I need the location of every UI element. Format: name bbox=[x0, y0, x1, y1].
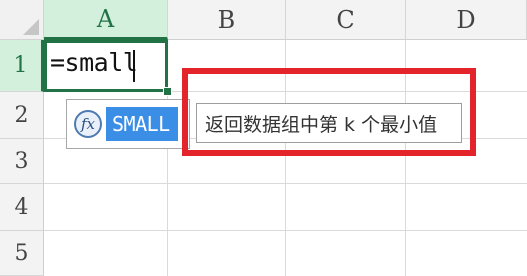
autocomplete-item-label[interactable]: SMALL bbox=[106, 107, 178, 141]
column-header-c[interactable]: C bbox=[286, 0, 406, 40]
annotation-highlight-box bbox=[182, 68, 476, 156]
row-header-2[interactable]: 2 bbox=[0, 92, 44, 139]
select-all-triangle-icon bbox=[23, 19, 39, 35]
select-all-corner[interactable] bbox=[0, 0, 44, 40]
function-autocomplete-list: fx SMALL bbox=[66, 99, 190, 149]
fill-handle[interactable] bbox=[163, 87, 172, 96]
column-header-b[interactable]: B bbox=[168, 0, 286, 40]
spreadsheet: A B C D 1 2 3 4 5 =small fx SMALL 返回数据组中… bbox=[0, 0, 527, 276]
function-icon: fx bbox=[74, 110, 102, 138]
grid-line bbox=[44, 183, 527, 184]
cell-a1-formula[interactable]: =small bbox=[50, 48, 138, 77]
text-cursor bbox=[133, 50, 135, 82]
row-header-4[interactable]: 4 bbox=[0, 184, 44, 231]
row-header-3[interactable]: 3 bbox=[0, 139, 44, 184]
row-header-1[interactable]: 1 bbox=[0, 40, 44, 92]
autocomplete-item-small[interactable]: fx SMALL bbox=[70, 103, 187, 145]
column-header-a[interactable]: A bbox=[44, 0, 168, 40]
column-header-d[interactable]: D bbox=[406, 0, 527, 40]
row-header-5[interactable]: 5 bbox=[0, 231, 44, 276]
grid-line bbox=[44, 230, 527, 231]
